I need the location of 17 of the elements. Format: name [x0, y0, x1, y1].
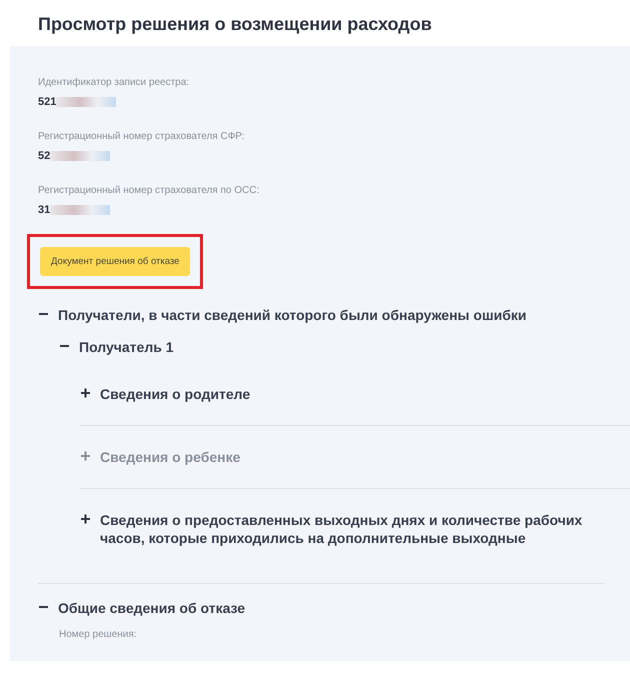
section-title[interactable]: Сведения о родителе — [100, 385, 250, 403]
field-label: Идентификатор записи реестра: — [38, 77, 190, 88]
field-label: Регистрационный номер страхователя СФР: — [38, 131, 245, 142]
section-title[interactable]: Получатели, в части сведений которого были обнаружены ошибки — [58, 306, 526, 324]
redacted-block — [50, 205, 110, 215]
redacted-block — [50, 151, 110, 161]
section-title[interactable]: Общие сведения об отказе — [58, 599, 246, 617]
field-label: Регистрационный номер страхователя по ОСС: — [38, 185, 260, 196]
page-title: Просмотр решения о возмещении расходов — [37, 13, 433, 36]
field-value: 52 — [38, 150, 50, 162]
section-title[interactable]: Сведения о предоставленных выходных днях и количестве рабочих часов, которые приходились на дополнительные выходные — [100, 511, 630, 547]
redacted-block — [56, 97, 116, 107]
field-label: Номер решения: — [59, 629, 137, 640]
document-button[interactable]: Документ решения об отказе — [40, 247, 190, 276]
field-value: 31 — [38, 204, 50, 216]
field-value: 521 — [38, 96, 56, 108]
section-title[interactable]: Получатель 1 — [79, 338, 174, 356]
